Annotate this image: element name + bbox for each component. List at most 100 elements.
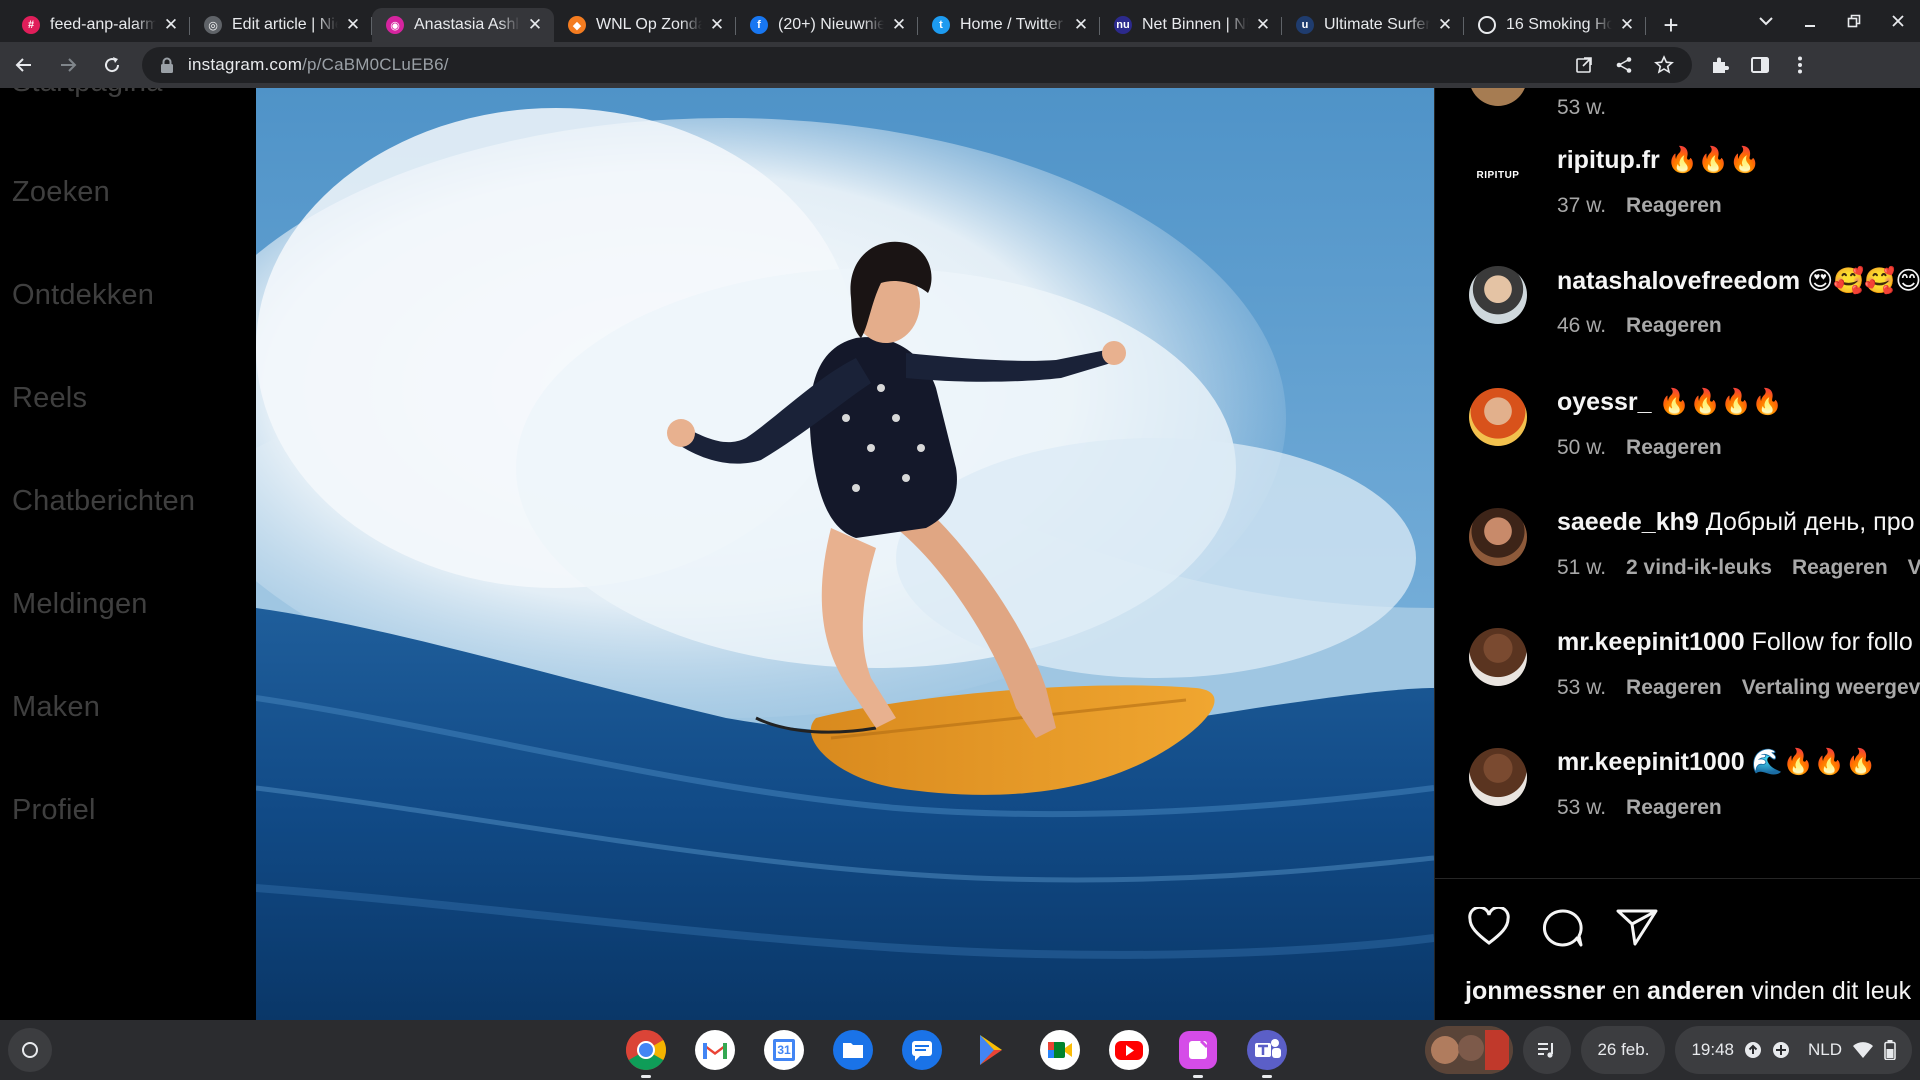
avatar[interactable] (1469, 88, 1527, 106)
calendar-icon[interactable]: 31 (760, 1026, 808, 1074)
comment-item: mr.keepinit1000 Follow for follo 53 w. Re… (1435, 622, 1920, 722)
circle-icon (1478, 16, 1496, 34)
tab-title: Anastasia Ashley (414, 16, 520, 33)
teams-icon[interactable] (1243, 1026, 1291, 1078)
date-button[interactable]: 26 feb. (1581, 1026, 1666, 1074)
bookmark-star-icon[interactable] (1652, 53, 1676, 77)
chrome-icon[interactable] (622, 1026, 670, 1078)
reload-icon[interactable] (92, 45, 132, 85)
close-icon[interactable]: ✕ (162, 15, 180, 34)
chromeos-shelf: 31 26 feb. 19:48 NLD (0, 1020, 1920, 1080)
messages-icon[interactable] (898, 1026, 946, 1074)
reply-button[interactable]: Reageren (1626, 796, 1722, 819)
reply-button[interactable]: Reageren (1626, 194, 1722, 217)
reply-button[interactable]: Reageren (1626, 676, 1722, 699)
browser-tab-5[interactable]: f (20+) Nieuwnieuws ✕ (736, 8, 918, 42)
nav-maken[interactable]: Maken (12, 691, 100, 724)
running-indicator (641, 1075, 651, 1078)
tab-title: (20+) Nieuwnieuws (778, 16, 884, 33)
canvas-icon[interactable] (1174, 1026, 1222, 1078)
menu-kebab-icon[interactable] (1788, 53, 1812, 77)
nav-startpagina[interactable]: Startpagina (12, 88, 163, 99)
liker-username[interactable]: jonmessner (1465, 977, 1605, 1005)
comment-username[interactable]: saeede_kh9 (1557, 508, 1699, 536)
avatar[interactable] (1469, 748, 1527, 806)
share-send-icon[interactable] (1615, 907, 1659, 954)
close-icon[interactable]: ✕ (1618, 15, 1636, 34)
launcher-button[interactable] (8, 1028, 52, 1072)
nav-zoeken[interactable]: Zoeken (12, 176, 110, 209)
media-controls-button[interactable] (1523, 1026, 1572, 1074)
gmail-icon[interactable] (691, 1026, 739, 1074)
system-status-button[interactable]: 19:48 NLD (1675, 1026, 1912, 1074)
open-in-app-icon[interactable] (1572, 53, 1596, 77)
close-icon[interactable]: ✕ (344, 15, 362, 34)
youtube-icon[interactable] (1105, 1026, 1153, 1074)
share-icon[interactable] (1612, 53, 1636, 77)
browser-tab-9[interactable]: 16 Smoking Hot ✕ (1464, 8, 1646, 42)
extensions-icon[interactable] (1708, 53, 1732, 77)
comment-text: 😍🥰🥰😊 (1807, 267, 1920, 295)
nav-profiel[interactable]: Profiel (12, 794, 96, 827)
post-photo[interactable] (256, 88, 1434, 1020)
close-icon[interactable]: ✕ (526, 15, 544, 34)
comment-text: 🌊🔥🔥🔥 (1751, 748, 1877, 776)
like-heart-icon[interactable] (1467, 905, 1511, 954)
browser-tab-1[interactable]: # feed-anp-alarm ✕ (8, 8, 190, 42)
avatar[interactable] (1469, 628, 1527, 686)
address-bar[interactable]: instagram.com/p/CaBM0CLuEB6/ (142, 47, 1692, 83)
tab-strip: # feed-anp-alarm ✕ ◎ Edit article | Nieu… (0, 0, 1920, 42)
browser-tab-2[interactable]: ◎ Edit article | Nieuws ✕ (190, 8, 372, 42)
reply-button[interactable]: Reageren (1626, 436, 1722, 459)
comment-username[interactable]: ripitup.fr (1557, 146, 1660, 174)
close-window-icon[interactable] (1876, 0, 1920, 42)
new-tab-button[interactable]: + (1654, 8, 1688, 42)
holding-space-thumbnails[interactable] (1425, 1026, 1514, 1074)
browser-tab-8[interactable]: u Ultimate Surfer ✕ (1282, 8, 1464, 42)
comment-username[interactable]: mr.keepinit1000 (1557, 748, 1745, 776)
files-icon[interactable] (829, 1026, 877, 1074)
restore-icon[interactable] (1832, 0, 1876, 42)
meet-icon[interactable] (1036, 1026, 1084, 1074)
minimize-icon[interactable] (1788, 0, 1832, 42)
close-icon[interactable]: ✕ (1072, 15, 1090, 34)
forward-icon[interactable] (48, 45, 88, 85)
close-icon[interactable]: ✕ (1254, 15, 1272, 34)
status-tray: 26 feb. 19:48 NLD (1425, 1026, 1912, 1074)
browser-tab-3[interactable]: ◉ Anastasia Ashley ✕ (372, 8, 554, 42)
more-action-button[interactable]: V (1908, 556, 1920, 579)
comment-username[interactable]: natashalovefreedom (1557, 267, 1800, 295)
comment-item: 53 w. (1435, 88, 1920, 142)
lock-icon (161, 57, 173, 73)
comment-item: RIPITUP ripitup.fr 🔥🔥🔥 37 w. Reageren (1435, 140, 1920, 240)
avatar[interactable] (1469, 266, 1527, 324)
browser-tab-6[interactable]: t Home / Twitter ✕ (918, 8, 1100, 42)
back-icon[interactable] (4, 45, 44, 85)
comment-username[interactable]: oyessr_ (1557, 388, 1652, 416)
show-translation-button[interactable]: Vertaling weergev (1742, 676, 1920, 699)
avatar[interactable]: RIPITUP (1469, 146, 1527, 204)
close-icon[interactable]: ✕ (890, 15, 908, 34)
browser-tab-7[interactable]: nu Net Binnen | NU ✕ (1100, 8, 1282, 42)
comment-username[interactable]: mr.keepinit1000 (1557, 628, 1745, 656)
nav-ontdekken[interactable]: Ontdekken (12, 279, 154, 312)
close-icon[interactable]: ✕ (708, 15, 726, 34)
comment-line: ripitup.fr 🔥🔥🔥 (1557, 146, 1760, 175)
reply-button[interactable]: Reageren (1792, 556, 1888, 579)
tab-search-icon[interactable] (1744, 0, 1788, 42)
nav-chatberichten[interactable]: Chatberichten (12, 485, 195, 518)
avatar[interactable] (1469, 388, 1527, 446)
nav-meldingen[interactable]: Meldingen (12, 588, 148, 621)
side-panel-icon[interactable] (1748, 53, 1772, 77)
comment-time: 53 w. (1557, 796, 1607, 819)
comment-bubble-icon[interactable] (1541, 907, 1585, 954)
comment-item: natashalovefreedom 😍🥰🥰😊 46 w. Reageren (1435, 260, 1920, 360)
close-icon[interactable]: ✕ (1436, 15, 1454, 34)
browser-tab-4[interactable]: ◆ WNL Op Zondag ✕ (554, 8, 736, 42)
likes-others-link[interactable]: anderen (1647, 977, 1744, 1005)
reply-button[interactable]: Reageren (1626, 314, 1722, 337)
avatar[interactable] (1469, 508, 1527, 566)
play-store-icon[interactable] (967, 1026, 1015, 1074)
likes-count-button[interactable]: 2 vind-ik-leuks (1626, 556, 1772, 579)
nav-reels[interactable]: Reels (12, 382, 87, 415)
